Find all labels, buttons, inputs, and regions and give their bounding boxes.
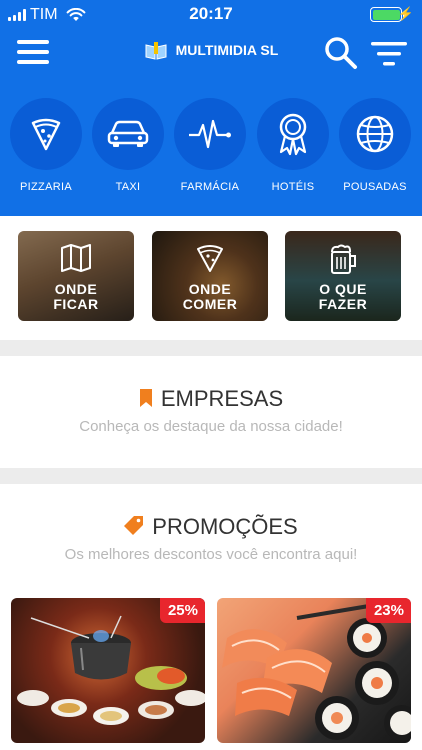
discount-badge: 25% bbox=[159, 598, 205, 623]
category-circle bbox=[10, 98, 82, 170]
discount-badge: 23% bbox=[365, 598, 411, 623]
empresas-section[interactable]: EMPRESAS Conheça os destaque da nossa ci… bbox=[0, 356, 422, 468]
filter-icon[interactable] bbox=[370, 40, 408, 68]
tile-o-que-fazer[interactable]: O QUE FAZER bbox=[285, 231, 401, 321]
category-label: FARMÁCIA bbox=[180, 181, 240, 193]
tile-label-line: COMER bbox=[182, 296, 238, 312]
tile-label-line: FICAR bbox=[53, 296, 99, 312]
promocoes-heading: PROMOÇÕES bbox=[0, 514, 422, 540]
empresas-subtitle: Conheça os destaque da nossa cidade! bbox=[79, 418, 343, 435]
tile-label-line: ONDE bbox=[54, 281, 98, 297]
search-icon[interactable] bbox=[324, 36, 358, 70]
pizza-icon bbox=[31, 118, 61, 151]
award-ribbon-icon bbox=[279, 113, 307, 156]
app-brand: MULTIMIDIA SL bbox=[0, 42, 422, 60]
section-divider bbox=[0, 468, 422, 484]
category-label: POUSADAS bbox=[343, 181, 407, 193]
brand-name: MULTIMIDIA SL bbox=[175, 42, 279, 58]
tile-label: ONDE FICAR bbox=[18, 282, 134, 312]
heartbeat-icon bbox=[189, 119, 231, 149]
car-icon bbox=[107, 120, 149, 147]
promo-card[interactable]: 23% bbox=[217, 598, 411, 743]
promocoes-title: PROMOÇÕES bbox=[152, 514, 298, 539]
tile-onde-comer[interactable]: ONDE COMER bbox=[152, 231, 268, 321]
category-circle bbox=[92, 98, 164, 170]
app-header: TIM 20:17 ⚡ MULTIMIDIA SL PIZZARIA TAXI … bbox=[0, 0, 422, 216]
tile-onde-ficar[interactable]: ONDE FICAR bbox=[18, 231, 134, 321]
map-icon bbox=[18, 243, 134, 278]
category-pizzaria[interactable]: PIZZARIA bbox=[8, 98, 84, 193]
category-label: PIZZARIA bbox=[20, 181, 72, 193]
promocoes-section: PROMOÇÕES Os melhores descontos você enc… bbox=[0, 484, 422, 750]
category-circle bbox=[257, 98, 329, 170]
globe-icon bbox=[356, 115, 394, 153]
category-circle bbox=[174, 98, 246, 170]
tile-label-line: O QUE bbox=[319, 281, 367, 297]
book-logo-icon bbox=[145, 42, 167, 60]
category-pousadas[interactable]: POUSADAS bbox=[337, 98, 413, 193]
charging-icon: ⚡ bbox=[397, 6, 414, 21]
empresas-heading: EMPRESAS bbox=[0, 386, 422, 412]
bookmark-icon bbox=[139, 389, 152, 407]
tile-label-line: FAZER bbox=[318, 296, 368, 312]
section-divider bbox=[0, 340, 422, 356]
beer-mug-icon bbox=[285, 243, 401, 280]
tile-label-line: ONDE bbox=[188, 281, 232, 297]
category-bar: PIZZARIA TAXI FARMÁCIA HOTÉIS POUSADAS bbox=[0, 98, 422, 202]
category-label: HOTÉIS bbox=[271, 181, 315, 193]
navbar: MULTIMIDIA SL bbox=[0, 34, 422, 74]
tile-label: O QUE FAZER bbox=[285, 282, 401, 312]
status-bar: TIM 20:17 ⚡ bbox=[0, 0, 422, 30]
tile-label: ONDE COMER bbox=[152, 282, 268, 312]
pizza-icon bbox=[152, 243, 268, 278]
category-farmacia[interactable]: FARMÁCIA bbox=[172, 98, 248, 193]
empresas-title: EMPRESAS bbox=[160, 386, 284, 411]
category-circle bbox=[339, 98, 411, 170]
tag-icon bbox=[124, 516, 144, 535]
category-label: TAXI bbox=[115, 181, 141, 193]
category-hoteis[interactable]: HOTÉIS bbox=[255, 98, 331, 193]
promocoes-subtitle: Os melhores descontos você encontra aqui… bbox=[64, 546, 358, 563]
quick-links: ONDE FICAR ONDE COMER O QUE FAZER bbox=[0, 216, 422, 340]
promo-card[interactable]: 25% bbox=[11, 598, 205, 743]
category-taxi[interactable]: TAXI bbox=[90, 98, 166, 193]
clock: 20:17 bbox=[189, 4, 233, 23]
